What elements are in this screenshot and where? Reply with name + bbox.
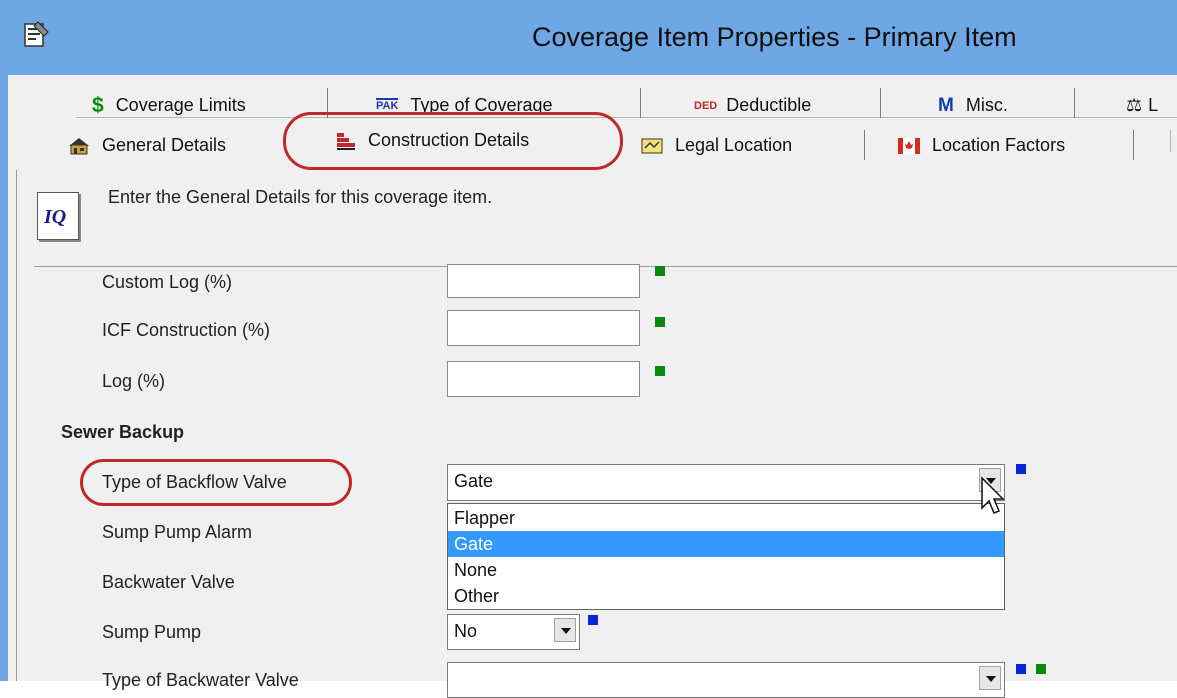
tab-label: Misc. bbox=[965, 95, 1008, 115]
dollar-icon: $ bbox=[92, 93, 104, 117]
tab-separator bbox=[1170, 130, 1171, 152]
house-icon bbox=[69, 137, 89, 154]
tab-separator bbox=[1074, 88, 1075, 118]
required-marker bbox=[655, 366, 665, 376]
tab-separator bbox=[1133, 130, 1134, 160]
info-marker bbox=[588, 615, 598, 625]
backwater-valve-type-select[interactable] bbox=[447, 662, 1005, 698]
ded-icon: DED bbox=[694, 99, 718, 112]
required-marker bbox=[655, 266, 665, 276]
hint-text: Enter the General Details for this cover… bbox=[108, 187, 493, 207]
custom-log-label: Custom Log (%) bbox=[102, 272, 233, 292]
info-marker bbox=[1016, 664, 1026, 674]
tab-location-factors[interactable]: Location Factors bbox=[898, 132, 1065, 159]
backflow-valve-select[interactable]: Gate bbox=[447, 464, 1005, 501]
tab-label: General Details bbox=[102, 135, 227, 155]
tab-label: L bbox=[1148, 95, 1159, 115]
tab-label: Coverage Limits bbox=[115, 95, 246, 115]
window-frame bbox=[0, 75, 8, 681]
iq-icon: IQ bbox=[37, 192, 79, 240]
sump-pump-select[interactable]: No bbox=[447, 614, 580, 650]
sump-pump-value: No bbox=[454, 621, 478, 641]
tab-label: Deductible bbox=[726, 95, 812, 115]
misc-m-icon: M bbox=[938, 94, 954, 116]
option-flapper[interactable]: Flapper bbox=[448, 505, 1004, 531]
tab-label: Location Factors bbox=[932, 135, 1066, 155]
tab-legal-location[interactable]: Legal Location bbox=[641, 132, 792, 159]
info-marker bbox=[1016, 464, 1026, 474]
scales-icon: ⚖ bbox=[1126, 95, 1143, 115]
tab-separator bbox=[864, 130, 865, 160]
backflow-valve-value: Gate bbox=[454, 471, 494, 491]
section-title: Sewer Backup bbox=[61, 422, 185, 442]
tab-deductible[interactable]: DED Deductible bbox=[694, 92, 811, 119]
option-none[interactable]: None bbox=[448, 557, 1004, 583]
required-marker bbox=[655, 317, 665, 327]
properties-icon[interactable] bbox=[24, 20, 50, 48]
backwater-valve-label: Backwater Valve bbox=[102, 572, 235, 592]
highlight-ring bbox=[80, 459, 352, 506]
tab-separator bbox=[880, 88, 881, 118]
backflow-valve-dropdown: Flapper Gate None Other bbox=[447, 503, 1005, 610]
canada-flag-icon bbox=[898, 137, 920, 154]
tab-general-details[interactable]: General Details bbox=[68, 132, 226, 159]
sump-pump-label: Sump Pump bbox=[102, 622, 202, 642]
chevron-down-icon[interactable] bbox=[979, 666, 1001, 690]
map-icon bbox=[641, 138, 663, 153]
tab-separator bbox=[640, 88, 641, 118]
required-marker bbox=[1036, 664, 1046, 674]
tab-misc[interactable]: M Misc. bbox=[938, 92, 1008, 119]
custom-log-field[interactable] bbox=[447, 264, 640, 298]
highlight-ring bbox=[283, 112, 623, 170]
tab-coverage-limits[interactable]: $ Coverage Limits bbox=[92, 92, 246, 119]
chevron-down-icon[interactable] bbox=[554, 618, 576, 642]
log-field[interactable] bbox=[447, 361, 640, 397]
sump-pump-alarm-label: Sump Pump Alarm bbox=[102, 522, 253, 542]
log-label: Log (%) bbox=[102, 371, 166, 391]
tab-label: Legal Location bbox=[675, 135, 793, 155]
icf-construction-label: ICF Construction (%) bbox=[102, 320, 271, 340]
window-title: Coverage Item Properties - Primary Item bbox=[532, 22, 1017, 52]
icf-construction-field[interactable] bbox=[447, 310, 640, 346]
tab-scales[interactable]: ⚖ L bbox=[1126, 92, 1158, 119]
option-gate[interactable]: Gate bbox=[448, 531, 1004, 557]
option-other[interactable]: Other bbox=[448, 583, 1004, 609]
title-bar: Coverage Item Properties - Primary Item bbox=[0, 0, 1177, 75]
mouse-cursor-icon bbox=[981, 476, 1005, 514]
